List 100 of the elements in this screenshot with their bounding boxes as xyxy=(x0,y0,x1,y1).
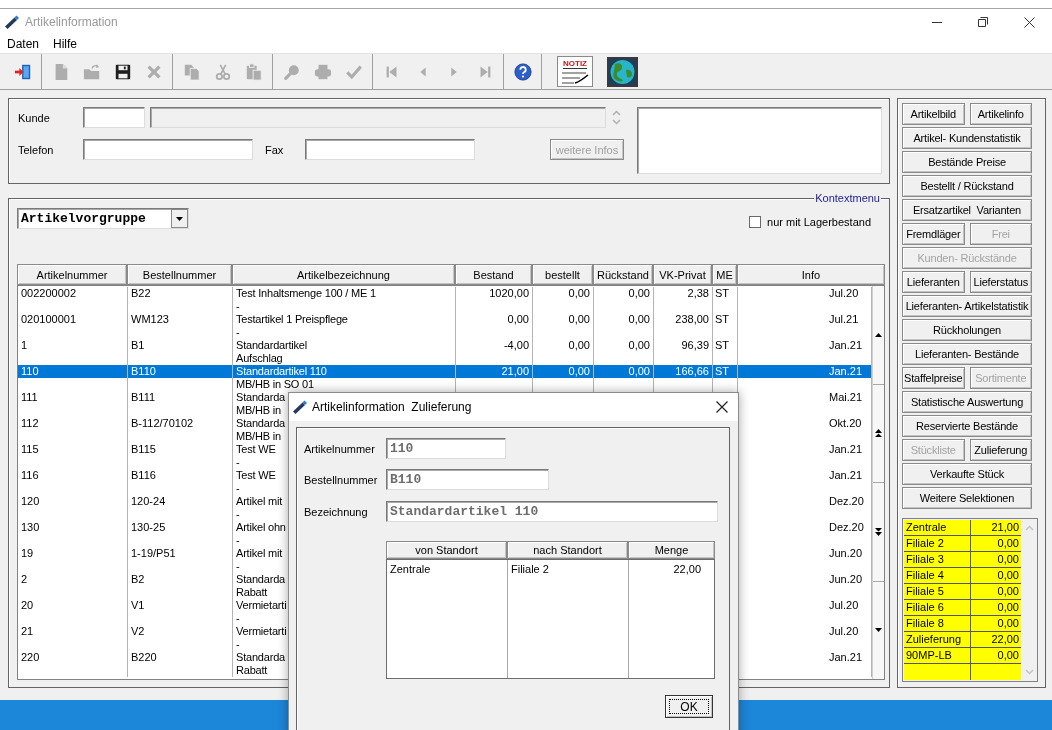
side-button[interactable]: Artikelinfo xyxy=(969,103,1032,125)
column-header[interactable]: Bestellnummer xyxy=(127,264,232,285)
side-button[interactable]: Lieferanten- Artikelstatistik xyxy=(902,295,1032,317)
chevron-down-icon[interactable] xyxy=(611,119,621,125)
column-header[interactable]: ME xyxy=(712,264,737,285)
memo-field[interactable] xyxy=(637,107,882,174)
table-cell: 2 xyxy=(21,573,28,585)
table-cell: - xyxy=(236,300,240,312)
table-cell: Artikel mit xyxy=(236,495,283,507)
side-button[interactable]: Zulieferung xyxy=(969,439,1032,461)
restore-icon[interactable] xyxy=(978,17,988,27)
field-label: Kunde xyxy=(18,111,51,124)
table-cell: Mai.21 xyxy=(829,391,863,403)
close-icon[interactable] xyxy=(716,401,728,413)
table-cell: Aufschlag xyxy=(236,352,283,364)
input-field[interactable]: Standardartikel 110 xyxy=(386,501,718,522)
side-button[interactable]: Artikel- Kundenstatistik xyxy=(902,127,1032,149)
table-row[interactable]: 020100001 WM123 Testartikel 1 Preispflege 0,00 0,00 0,00 238,00 ST Jul.21 xyxy=(18,313,872,326)
table-cell: 1 xyxy=(21,339,28,351)
input-field[interactable] xyxy=(83,107,145,128)
column-header[interactable]: bestellt xyxy=(532,264,593,285)
ok-button[interactable]: OK xyxy=(665,695,713,718)
grid-cell: 0,00 xyxy=(971,648,1021,664)
table-cell: 116 xyxy=(21,469,39,481)
side-button[interactable]: Rückholungen xyxy=(902,319,1032,341)
side-button[interactable]: Artikelbild xyxy=(902,103,965,125)
menu-item[interactable]: Daten xyxy=(0,36,47,52)
checkbox[interactable] xyxy=(749,216,762,228)
grid-cell: 0,00 xyxy=(971,600,1021,616)
grid-cell: 90MP-LB xyxy=(904,648,971,664)
dropdown[interactable]: Artikelvorgruppe xyxy=(17,208,189,229)
side-button[interactable]: Bestände Preise xyxy=(902,151,1032,173)
column-header[interactable]: Info xyxy=(737,264,885,285)
table-cell: V1 xyxy=(131,599,145,611)
column-header[interactable]: Artikelbezeichnung xyxy=(232,264,455,285)
table-cell: MB/HB in xyxy=(236,430,281,442)
table-cell: 1-19/P51 xyxy=(131,547,176,559)
side-button[interactable]: Verkaufte Stück xyxy=(902,463,1032,485)
side-button[interactable]: Lieferanten xyxy=(902,271,965,293)
grid-cell: Zentrale xyxy=(904,520,971,536)
input-field[interactable] xyxy=(305,139,475,160)
table-cell: Jul.20 xyxy=(829,287,859,299)
table-row[interactable]: 110 B110 Standardartikel 110 21,00 0,00 0,00 166,66 ST Jan.21 xyxy=(18,365,872,378)
table-cell: B220 xyxy=(131,651,157,663)
chevron-up-icon[interactable] xyxy=(1024,525,1034,531)
table-cell: Standarda xyxy=(236,391,285,403)
input-field[interactable]: 110 xyxy=(386,438,506,459)
pen-lines-icon xyxy=(561,70,589,85)
input-field[interactable]: B110 xyxy=(386,469,549,490)
table-cell: 0,00 xyxy=(628,339,650,351)
table-cell: MB/HB in xyxy=(236,404,281,416)
column-header[interactable]: Artikelnummer xyxy=(17,264,127,285)
side-button[interactable]: Weitere Selektionen xyxy=(902,487,1032,509)
table-cell: 120-24 xyxy=(131,495,166,507)
window-title: Artikelinformation xyxy=(25,15,118,29)
table-cell-text: Zentrale xyxy=(389,562,432,576)
side-button[interactable]: Fremdläger xyxy=(902,223,965,245)
door-arrow-icon[interactable] xyxy=(13,62,32,81)
table-cell: B115 xyxy=(131,443,156,455)
table-cell: V2 xyxy=(131,625,145,637)
close-icon[interactable] xyxy=(1023,16,1035,28)
side-button[interactable]: Ersatzartikel Varianten xyxy=(902,199,1032,221)
chevron-up-icon[interactable] xyxy=(611,110,621,116)
column-header[interactable]: von Standort xyxy=(386,541,507,559)
table-cell: ST xyxy=(715,313,730,325)
globe-icon[interactable] xyxy=(607,56,638,87)
table-cell: Rabatt xyxy=(236,586,268,598)
grid-cell: 0,00 xyxy=(971,552,1021,568)
chevron-down-icon[interactable] xyxy=(1024,669,1034,675)
field-label: Bestellnummer xyxy=(304,473,379,486)
input-field[interactable] xyxy=(83,139,253,160)
scroll-button[interactable] xyxy=(873,483,884,582)
side-button[interactable]: Staffelpreise xyxy=(902,367,965,389)
side-button[interactable]: Lieferanten- Bestände xyxy=(902,343,1032,365)
table-row[interactable]: 002200002 B22 Test Inhaltsmenge 100 / ME 1 1020,00 0,00 0,00 2,38 ST Jul.20 xyxy=(18,287,872,300)
note-button[interactable]: NOTIZ xyxy=(557,56,593,87)
table-cell: B110 xyxy=(131,365,156,377)
table-cell: Test Inhaltsmenge 100 / ME 1 xyxy=(236,287,376,299)
help-icon[interactable] xyxy=(513,62,532,81)
column-header[interactable]: Menge xyxy=(628,541,715,559)
side-button[interactable]: Reservierte Bestände xyxy=(902,415,1032,437)
table-row[interactable]: 1 B1 Standardartikel -4,00 0,00 0,00 96,39 ST Jan.21 xyxy=(18,339,872,352)
side-button[interactable]: Statistische Auswertung xyxy=(902,391,1032,413)
grid-cell: Zulieferung xyxy=(904,632,971,648)
menu-item[interactable]: Hilfe xyxy=(46,36,85,52)
column-header[interactable]: nach Standort xyxy=(507,541,628,559)
column-header[interactable]: Rückstand xyxy=(593,264,653,285)
side-button[interactable]: Bestellt / Rückstand xyxy=(902,175,1032,197)
column-header[interactable]: VK-Privat xyxy=(653,264,712,285)
caret-icon[interactable] xyxy=(171,209,188,228)
scroll-button[interactable] xyxy=(873,384,884,483)
table-cell: 120 xyxy=(21,495,40,507)
column-header[interactable]: Bestand xyxy=(455,264,532,285)
table-cell: 020100001 xyxy=(21,313,77,325)
minimize-icon[interactable] xyxy=(932,21,942,23)
table-cell: WM123 xyxy=(131,313,169,325)
grid-cell: 0,00 xyxy=(971,616,1021,632)
table-cell: B22 xyxy=(131,287,151,299)
side-button[interactable]: Lieferstatus xyxy=(969,271,1032,293)
table-cell: B-112/70102 xyxy=(131,417,194,429)
